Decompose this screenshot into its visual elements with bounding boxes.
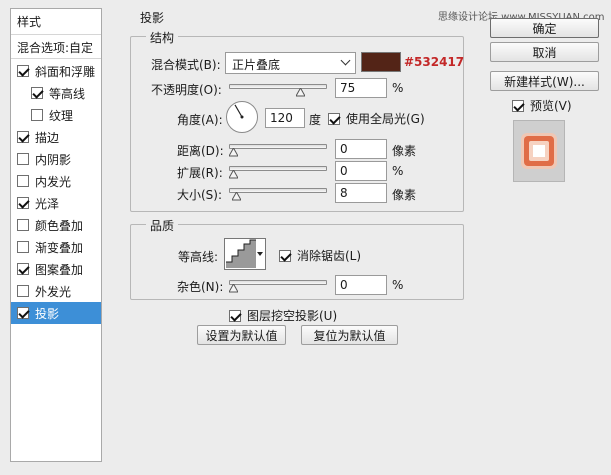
opacity-input[interactable]: 75 <box>335 78 387 98</box>
set-default-button[interactable]: 设置为默认值 <box>197 325 286 345</box>
knockout-label: 图层挖空投影(U) <box>247 309 338 323</box>
style-item[interactable]: 投影 <box>11 302 101 324</box>
noise-slider[interactable] <box>229 280 327 285</box>
distance-label: 距离(D): <box>177 144 224 158</box>
size-unit: 像素 <box>392 188 417 202</box>
style-item-label: 投影 <box>35 306 60 321</box>
blend-mode-value: 正片叠底 <box>232 58 281 72</box>
contour-label: 等高线: <box>178 250 219 264</box>
style-item-label: 渐变叠加 <box>35 240 84 255</box>
global-light-label: 使用全局光(G) <box>346 112 425 126</box>
style-item[interactable]: 图案叠加 <box>11 258 101 280</box>
style-item[interactable]: 外发光 <box>11 280 101 302</box>
caret-down-icon <box>257 252 263 256</box>
checkbox-icon[interactable] <box>31 87 43 99</box>
checkbox-icon[interactable] <box>17 131 29 143</box>
style-item[interactable]: 颜色叠加 <box>11 214 101 236</box>
checkbox-icon[interactable] <box>17 285 29 297</box>
checkbox-icon[interactable] <box>17 307 29 319</box>
style-item[interactable]: 内阴影 <box>11 148 101 170</box>
knockout-checkbox[interactable]: 图层挖空投影(U) <box>229 307 337 324</box>
global-light-checkbox[interactable]: 使用全局光(G) <box>328 110 425 127</box>
angle-input[interactable]: 120 <box>265 108 305 128</box>
size-slider[interactable] <box>229 188 327 193</box>
ok-button[interactable]: 确定 <box>490 18 599 38</box>
checkbox-icon[interactable] <box>17 241 29 253</box>
opacity-slider-thumb[interactable] <box>295 88 305 97</box>
style-item[interactable]: 描边 <box>11 126 101 148</box>
blend-mode-select[interactable]: 正片叠底 <box>225 52 356 74</box>
size-slider-thumb[interactable] <box>231 192 241 201</box>
shadow-color-hex: #532417 <box>404 55 465 69</box>
style-item[interactable]: 斜面和浮雕 <box>11 60 101 82</box>
opacity-slider[interactable] <box>229 84 327 89</box>
style-item-label: 颜色叠加 <box>35 218 84 233</box>
style-item[interactable]: 内发光 <box>11 170 101 192</box>
spread-slider-thumb[interactable] <box>229 170 238 179</box>
style-item-label: 内阴影 <box>35 152 72 167</box>
chevron-down-icon <box>340 55 351 66</box>
shadow-color-swatch[interactable] <box>361 52 401 72</box>
checkbox-icon[interactable] <box>17 197 29 209</box>
spread-slider[interactable] <box>229 166 327 171</box>
preview-label: 预览(V) <box>530 99 572 113</box>
spread-unit: % <box>392 164 404 178</box>
style-item-label: 等高线 <box>49 86 86 101</box>
noise-slider-thumb[interactable] <box>229 284 238 293</box>
checkbox-icon[interactable] <box>17 175 29 187</box>
style-item-label: 斜面和浮雕 <box>35 64 96 79</box>
style-preview-thumbnail <box>513 120 565 182</box>
style-item[interactable]: 等高线 <box>11 82 101 104</box>
size-input[interactable]: 8 <box>335 183 387 203</box>
checkbox-icon <box>229 309 241 322</box>
blend-options-item[interactable]: 混合选项:自定 <box>11 37 101 59</box>
angle-unit: 度 <box>309 113 322 127</box>
checkbox-icon <box>328 112 340 125</box>
distance-input[interactable]: 0 <box>335 139 387 159</box>
style-item-label: 光泽 <box>35 196 60 211</box>
noise-input[interactable]: 0 <box>335 275 387 295</box>
checkbox-icon <box>279 249 291 262</box>
style-item-label: 内发光 <box>35 174 72 189</box>
checkbox-icon <box>512 99 524 112</box>
style-item-label: 纹理 <box>49 108 74 123</box>
spread-label: 扩展(R): <box>177 166 223 180</box>
distance-unit: 像素 <box>392 144 417 158</box>
spread-input[interactable]: 0 <box>335 161 387 181</box>
cancel-button[interactable]: 取消 <box>490 42 599 62</box>
noise-label: 杂色(N): <box>177 280 224 294</box>
opacity-label: 不透明度(O): <box>151 83 222 97</box>
preview-checkbox[interactable]: 预览(V) <box>512 97 572 114</box>
size-label: 大小(S): <box>177 188 223 202</box>
styles-list-header: 样式 <box>11 9 101 35</box>
contour-picker[interactable] <box>224 238 266 270</box>
style-item-label: 外发光 <box>35 284 72 299</box>
style-item-label: 图案叠加 <box>35 262 84 277</box>
contour-curve-icon <box>226 239 256 268</box>
style-item[interactable]: 光泽 <box>11 192 101 214</box>
blend-mode-label: 混合模式(B): <box>151 58 221 72</box>
anti-alias-label: 消除锯齿(L) <box>297 249 362 263</box>
angle-label: 角度(A): <box>177 113 223 127</box>
section-title-drop-shadow: 投影 <box>136 9 169 26</box>
style-item[interactable]: 纹理 <box>11 104 101 126</box>
checkbox-icon[interactable] <box>17 65 29 77</box>
checkbox-icon[interactable] <box>31 109 43 121</box>
noise-unit: % <box>392 278 404 292</box>
checkbox-icon[interactable] <box>17 219 29 231</box>
checkbox-icon[interactable] <box>17 263 29 275</box>
anti-alias-checkbox[interactable]: 消除锯齿(L) <box>279 247 361 264</box>
opacity-unit: % <box>392 81 404 95</box>
style-item[interactable]: 渐变叠加 <box>11 236 101 258</box>
angle-dial[interactable] <box>225 100 259 134</box>
checkbox-icon[interactable] <box>17 153 29 165</box>
structure-group-title: 结构 <box>146 29 179 46</box>
styles-list-panel: 样式 混合选项:自定 斜面和浮雕等高线纹理描边内阴影内发光光泽颜色叠加渐变叠加图… <box>10 8 102 462</box>
style-item-label: 描边 <box>35 130 60 145</box>
distance-slider-thumb[interactable] <box>229 148 238 157</box>
distance-slider[interactable] <box>229 144 327 149</box>
reset-default-button[interactable]: 复位为默认值 <box>301 325 398 345</box>
quality-group-title: 品质 <box>146 217 179 234</box>
new-style-button[interactable]: 新建样式(W)... <box>490 71 599 91</box>
